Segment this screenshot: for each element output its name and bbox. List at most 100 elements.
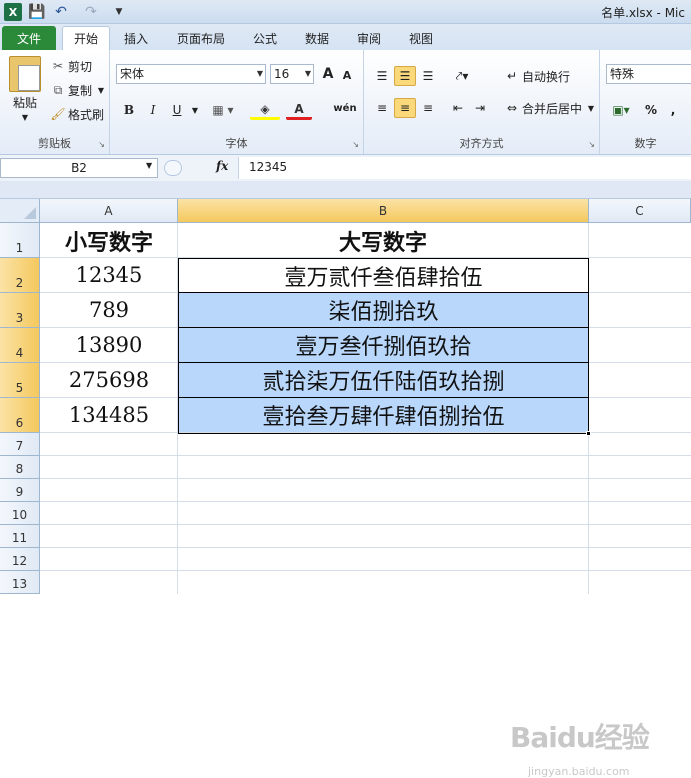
chevron-down-icon: ▼ [256, 69, 263, 78]
tab-data[interactable]: 数据 [296, 26, 338, 50]
gridline [40, 501, 691, 502]
row-header[interactable]: 12 [0, 548, 40, 571]
copy-dropdown-icon[interactable]: ▼ [96, 82, 106, 98]
title-bar: X 💾 ↶ ↷ ▼ 名单.xlsx - Mic [0, 0, 691, 24]
formula-bar-divider [0, 181, 691, 198]
cell-a1[interactable]: 小写数字 [41, 224, 177, 257]
window-title: 名单.xlsx - Mic [601, 6, 685, 20]
watermark-logo: Baidu经验 [510, 721, 650, 754]
row-header[interactable]: 10 [0, 502, 40, 525]
font-name-select[interactable]: 宋体 ▼ [116, 64, 266, 84]
row-header[interactable]: 2 [0, 258, 40, 293]
paste-icon[interactable] [9, 56, 41, 92]
cell-a5[interactable]: 275698 [41, 363, 177, 397]
font-group-label: 字体 [225, 137, 248, 150]
row-header[interactable]: 5 [0, 363, 40, 398]
number-group: 特殊 ▣▾ % , 数字 [600, 50, 691, 154]
chevron-down-icon[interactable]: ▼ [146, 161, 152, 170]
align-bottom-icon[interactable]: ☰ [418, 66, 438, 86]
font-size-select[interactable]: 16 ▼ [270, 64, 314, 84]
grow-font-button[interactable]: A [320, 64, 336, 84]
italic-button[interactable]: I [142, 100, 164, 120]
ribbon-tabs: 文件 开始 插入 页面布局 公式 数据 审阅 视图 [0, 24, 691, 50]
undo-icon[interactable]: ↶ [52, 3, 70, 21]
tab-home[interactable]: 开始 [62, 26, 110, 50]
comma-button[interactable]: , [664, 100, 682, 120]
percent-button[interactable]: % [642, 100, 660, 120]
row-header[interactable]: 9 [0, 479, 40, 502]
tab-formulas[interactable]: 公式 [244, 26, 286, 50]
phonetic-guide-button[interactable]: wén [332, 98, 358, 118]
alignment-group-label: 对齐方式 [459, 137, 504, 150]
gridline [40, 570, 691, 571]
row-header[interactable]: 8 [0, 456, 40, 479]
tab-page-layout[interactable]: 页面布局 [168, 26, 234, 50]
row-header[interactable]: 3 [0, 293, 40, 328]
row-header[interactable]: 11 [0, 525, 40, 548]
name-box[interactable]: B2 [0, 158, 158, 178]
number-format-select[interactable]: 特殊 [606, 64, 691, 84]
chevron-down-icon: ▼ [304, 69, 311, 78]
gridline [40, 547, 691, 548]
merge-dropdown-icon[interactable]: ▼ [586, 100, 596, 116]
alignment-launcher-icon[interactable]: ↘ [588, 140, 595, 149]
font-launcher-icon[interactable]: ↘ [352, 140, 359, 149]
cell-b1[interactable]: 大写数字 [178, 224, 588, 257]
paste-button[interactable]: 粘贴 [6, 94, 44, 110]
number-group-label: 数字 [634, 137, 657, 150]
column-header-c[interactable]: C [589, 199, 691, 223]
align-left-icon[interactable]: ≡ [372, 98, 392, 118]
cut-icon: ✂ [52, 59, 64, 73]
gridline [40, 455, 691, 456]
select-all-button[interactable] [0, 199, 40, 223]
save-icon[interactable]: 💾 [28, 3, 46, 21]
align-right-icon[interactable]: ≡ [418, 98, 438, 118]
format-painter-button[interactable]: 格式刷 [68, 106, 104, 122]
tab-view[interactable]: 视图 [400, 26, 442, 50]
fill-handle[interactable] [586, 431, 591, 436]
tab-file[interactable]: 文件 [2, 26, 56, 50]
increase-indent-icon[interactable]: ⇥ [470, 98, 490, 118]
formula-bar-resize-handle[interactable] [164, 160, 182, 176]
orientation-icon[interactable]: ⤤▾ [448, 66, 476, 86]
decrease-indent-icon[interactable]: ⇤ [448, 98, 468, 118]
column-header-b[interactable]: B [178, 199, 589, 223]
underline-dropdown-icon[interactable]: ▼ [190, 100, 200, 120]
bold-button[interactable]: B [118, 100, 140, 120]
formula-input[interactable]: 12345 [238, 157, 691, 179]
cell-a4[interactable]: 13890 [41, 328, 177, 362]
cell-a2[interactable]: 12345 [41, 258, 177, 292]
font-color-button[interactable]: A [286, 100, 312, 120]
column-header-a[interactable]: A [40, 199, 178, 223]
wrap-text-button[interactable]: 自动换行 [522, 66, 570, 86]
watermark-url: jingyan.baidu.com [528, 765, 630, 778]
fill-color-icon[interactable]: ◈ [250, 100, 280, 120]
paste-dropdown-icon[interactable]: ▼ [16, 112, 34, 122]
tab-review[interactable]: 审阅 [348, 26, 390, 50]
excel-app-icon[interactable]: X [4, 3, 22, 21]
redo-icon[interactable]: ↷ [82, 3, 100, 21]
align-middle-icon[interactable]: ☰ [394, 66, 416, 86]
copy-button[interactable]: 复制 [68, 82, 92, 98]
align-center-icon[interactable]: ≡ [394, 98, 416, 118]
clipboard-launcher-icon[interactable]: ↘ [98, 140, 105, 149]
row-header[interactable]: 7 [0, 433, 40, 456]
underline-button[interactable]: U [166, 100, 188, 120]
merge-center-icon: ⇔ [506, 101, 518, 115]
cut-button[interactable]: 剪切 [68, 58, 92, 74]
customize-toolbar-icon[interactable]: ▼ [112, 3, 126, 21]
row-header[interactable]: 6 [0, 398, 40, 433]
row-header[interactable]: 4 [0, 328, 40, 363]
cell-a3[interactable]: 789 [41, 293, 177, 327]
row-header[interactable]: 1 [0, 223, 40, 258]
align-top-icon[interactable]: ☰ [372, 66, 392, 86]
merge-center-button[interactable]: 合并后居中 [522, 98, 582, 118]
tab-insert[interactable]: 插入 [114, 26, 158, 50]
shrink-font-button[interactable]: A [340, 66, 354, 84]
cell-a6[interactable]: 134485 [41, 398, 177, 432]
insert-function-button[interactable]: fx [216, 159, 228, 173]
selection-range [178, 258, 589, 434]
borders-icon[interactable]: ▦ ▾ [208, 100, 238, 120]
row-header[interactable]: 13 [0, 571, 40, 594]
accounting-format-icon[interactable]: ▣▾ [608, 100, 634, 120]
